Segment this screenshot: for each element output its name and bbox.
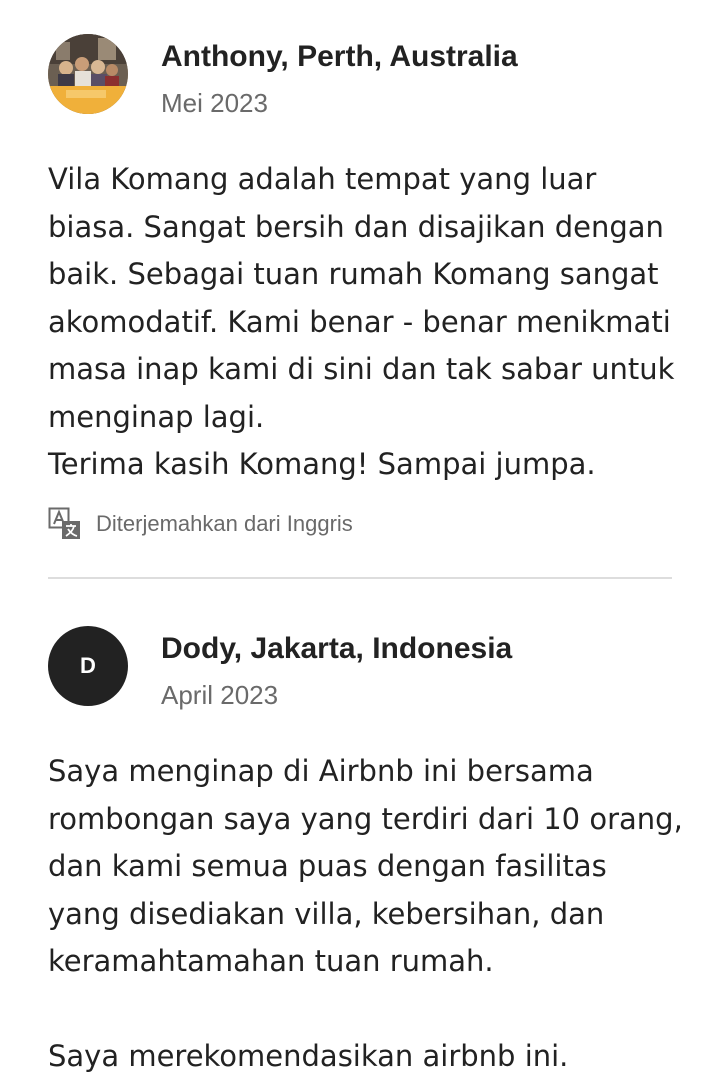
translation-note[interactable]: Diterjemahkan dari Inggris [48,507,672,541]
review-card: Anthony, Perth, Australia Mei 2023 Vila … [48,34,675,541]
review-text-blank-line [48,986,672,1034]
review-divider [48,577,672,579]
reviewer-name: Dody, Jakarta, Indonesia [161,632,513,665]
avatar-initial: D [80,653,96,678]
review-text-line: keramahtamahan tuan rumah. [48,944,494,978]
review-date: April 2023 [161,680,279,710]
review-text: Saya menginap di Airbnb ini bersama romb… [48,748,683,1081]
review-header: D Dody, Jakarta, Indonesia April 2023 [48,626,672,710]
translation-note-text: Diterjemahkan dari Inggris [96,510,353,536]
reviewer-name: Anthony, Perth, Australia [161,40,518,73]
review-text: Vila Komang adalah tempat yang luar bias… [48,156,675,489]
review-text-line: biasa. Sangat bersih dan disajikan denga… [48,209,664,244]
review-text-line: Saya merekomendasikan airbnb ini. [48,1039,569,1073]
review-text-line: Terima kasih Komang! Sampai jumpa. [48,447,596,481]
review-text-line: yang disediakan villa, kebersihan, dan [48,896,605,931]
reviewer-avatar[interactable] [48,34,128,114]
review-text-line: Saya menginap di Airbnb ini bersama [48,754,594,788]
review-text-line: dan kami semua puas dengan fasilitas [48,849,607,883]
review-header: Anthony, Perth, Australia Mei 2023 [48,34,672,118]
review-text-line: Vila Komang adalah tempat yang luar [48,162,597,196]
review-text-line: rombongan saya yang terdiri dari 10 oran… [48,801,683,836]
review-text-line: menginap lagi. [48,399,265,434]
translate-icon [48,507,80,539]
reviewer-avatar[interactable]: D [48,626,128,706]
review-text-line: masa inap kami di sini dan tak sabar unt… [48,352,675,386]
review-text-line: baik. Sebagai tuan rumah Komang sangat [48,257,659,291]
reviewer-photo-icon [48,34,128,114]
review-text-line: akomodatif. Kami benar - benar menikmati [48,304,671,339]
review-date: Mei 2023 [161,88,268,118]
review-card: D Dody, Jakarta, Indonesia April 2023 Sa… [48,626,683,1081]
